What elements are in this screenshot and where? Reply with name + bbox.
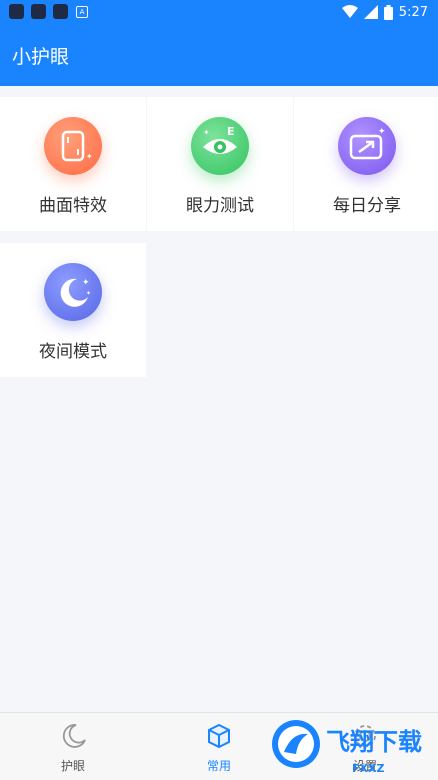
wifi-icon xyxy=(341,5,358,18)
watermark-logo: 飞翔下载 FXXZ xyxy=(270,716,436,776)
feature-eye-test[interactable]: E ✦ 眼力测试 xyxy=(147,97,293,231)
curved-screen-icon: ✦ xyxy=(44,117,102,175)
watermark-text: 飞翔下载 xyxy=(326,728,422,756)
signal-icon xyxy=(363,5,378,19)
status-bar: A 5:27 xyxy=(0,0,438,24)
cube-icon xyxy=(208,723,230,749)
moon-icon: ✦ ✦ xyxy=(44,263,102,321)
share-icon: ✦ xyxy=(338,117,396,175)
svg-text:✦: ✦ xyxy=(86,152,93,161)
app-notification-icon: A xyxy=(76,6,88,18)
battery-icon xyxy=(383,4,393,20)
svg-text:E: E xyxy=(227,125,235,138)
svg-text:✦: ✦ xyxy=(86,290,91,297)
feature-curved-effect[interactable]: ✦ 曲面特效 xyxy=(0,97,146,231)
svg-text:✦: ✦ xyxy=(82,278,90,288)
feature-label: 曲面特效 xyxy=(39,196,107,216)
status-time: 5:27 xyxy=(398,4,428,20)
app-bar: 小护眼 xyxy=(0,24,438,86)
feature-night-mode[interactable]: ✦ ✦ 夜间模式 xyxy=(0,243,146,377)
tab-eye-care[interactable]: 护眼 xyxy=(0,713,146,779)
tab-label: 护眼 xyxy=(60,759,85,773)
watermark-sub: FXXZ xyxy=(352,762,384,775)
notification-icon xyxy=(9,4,24,19)
feature-daily-share[interactable]: ✦ 每日分享 xyxy=(294,97,438,231)
feature-label: 夜间模式 xyxy=(39,342,107,362)
svg-text:✦: ✦ xyxy=(203,128,210,137)
eye-test-icon: E ✦ xyxy=(191,117,249,175)
moon-outline-icon xyxy=(62,724,86,748)
notification-icon xyxy=(53,4,68,19)
svg-text:✦: ✦ xyxy=(378,127,386,137)
feature-label: 每日分享 xyxy=(333,196,401,216)
notification-icon xyxy=(31,4,46,19)
page-title: 小护眼 xyxy=(12,46,70,68)
feature-label: 眼力测试 xyxy=(186,196,254,216)
